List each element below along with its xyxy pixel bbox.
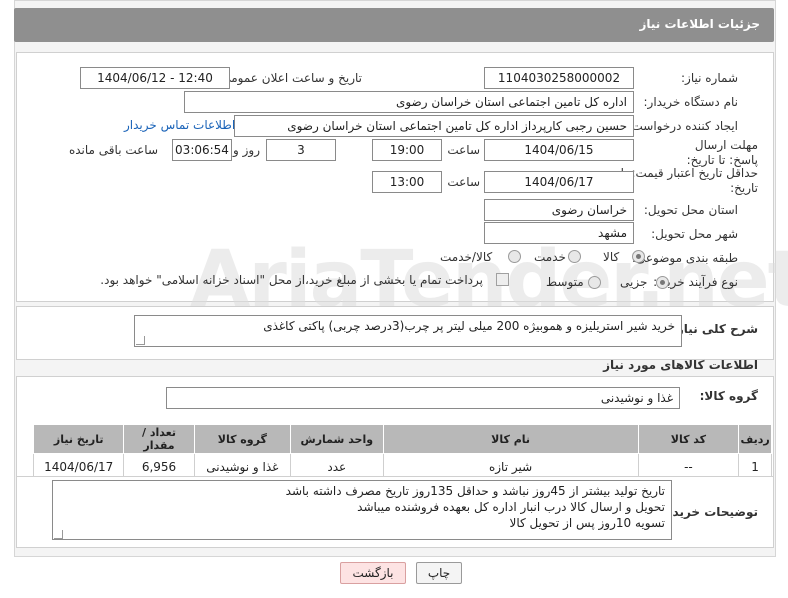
goods-group-label: گروه کالا: [699, 389, 758, 403]
city-field[interactable]: مشهد [484, 222, 634, 244]
announce-label: تاریخ و ساعت اعلان عمومی: [217, 71, 362, 85]
buyer-org-field[interactable]: اداره کل تامین اجتماعی استان خراسان رضوی [184, 91, 634, 113]
title-bar: جزئیات اطلاعات نیاز [14, 8, 774, 42]
validity-time-field[interactable]: 13:00 [372, 171, 442, 193]
note-line: تاریخ تولید بیشتر از 45روز نباشد و حداقل… [285, 484, 665, 498]
process-radio-minor[interactable] [656, 276, 669, 289]
province-label: استان محل تحویل: [643, 203, 738, 217]
category-radio-both[interactable] [508, 250, 521, 263]
deadline-date-field[interactable]: 1404/06/15 [484, 139, 634, 161]
process-option-minor: جزیی [620, 275, 648, 289]
col-goods-group: گروه کالا [193, 424, 292, 454]
contact-buyer-link[interactable]: اطلاعات تماس خریدار [124, 118, 235, 132]
province-field[interactable]: خراسان رضوی [484, 199, 634, 221]
announce-field[interactable]: 1404/06/12 - 12:40 [80, 67, 230, 89]
note-line: تسویه 10روز پس از تحویل کالا [509, 516, 665, 530]
col-unit: واحد شمارش [290, 424, 384, 454]
deadline-time-field[interactable]: 19:00 [372, 139, 442, 161]
col-quantity: تعداد / مقدار [123, 424, 195, 454]
description-label: شرح کلی نیاز: [672, 322, 758, 336]
validity-label: حداقل تاریخ اعتبار قیمت: تا تاریخ: [620, 166, 758, 195]
col-goods-code: کد کالا [637, 424, 740, 454]
description-field[interactable]: خرید شیر استریلیزه و هموبیژه 200 میلی لی… [134, 315, 682, 347]
remaining-time-field[interactable]: 03:06:54 [172, 139, 232, 161]
note-line: تحویل و ارسال کالا درب انبار اداره کل بع… [357, 500, 665, 514]
page-title: جزئیات اطلاعات نیاز [639, 17, 760, 31]
category-option-service: خدمت [534, 250, 566, 264]
payment-note: پرداخت تمام یا بخشی از مبلغ خرید،از محل … [100, 273, 483, 287]
validity-date-field[interactable]: 1404/06/17 [484, 171, 634, 193]
category-option-goods: کالا [603, 250, 620, 264]
category-option-both: کالا/خدمت [440, 250, 493, 264]
buyer-notes-field[interactable]: تاریخ تولید بیشتر از 45روز نباشد و حداقل… [52, 480, 672, 540]
goods-table: تاریخ نیاز تعداد / مقدار گروه کالا واحد … [32, 424, 772, 481]
creator-label: ایجاد کننده درخواست: [627, 119, 738, 133]
need-number-field[interactable]: 1104030258000002 [484, 67, 634, 89]
buyer-org-label: نام دستگاه خریدار: [643, 95, 739, 109]
col-goods-name: نام کالا [382, 424, 639, 454]
col-need-date: تاریخ نیاز [32, 424, 125, 454]
need-number-label: شماره نیاز: [681, 71, 738, 85]
goods-section-title: اطلاعات کالاهای مورد نیاز [603, 358, 758, 372]
category-radio-service[interactable] [568, 250, 581, 263]
days-label: روز و [233, 143, 260, 157]
deadline-time-label: ساعت [447, 143, 480, 157]
process-option-medium: متوسط [546, 275, 584, 289]
city-label: شهر محل تحویل: [651, 227, 738, 241]
print-button[interactable]: چاپ [416, 562, 462, 584]
col-row: ردیف [738, 424, 772, 454]
goods-group-field[interactable]: غذا و نوشیدنی [166, 387, 680, 409]
creator-field[interactable]: حسین رجبی کارپرداز اداره کل تامین اجتماع… [234, 115, 634, 137]
days-field[interactable]: 3 [266, 139, 336, 161]
deadline-label: مهلت ارسال پاسخ: تا تاریخ: [686, 138, 758, 167]
goods-table-header: تاریخ نیاز تعداد / مقدار گروه کالا واحد … [32, 424, 772, 454]
remaining-label: ساعت باقی مانده [68, 143, 158, 157]
back-button[interactable]: بازگشت [340, 562, 406, 584]
category-label: طبقه بندی موضوعی: [631, 251, 738, 265]
category-radio-goods[interactable] [632, 250, 645, 263]
notes-resize-handle[interactable] [54, 530, 63, 539]
description-resize-handle[interactable] [136, 336, 145, 345]
validity-time-label: ساعت [447, 175, 480, 189]
process-radio-medium[interactable] [588, 276, 601, 289]
treasury-checkbox[interactable] [496, 273, 509, 286]
